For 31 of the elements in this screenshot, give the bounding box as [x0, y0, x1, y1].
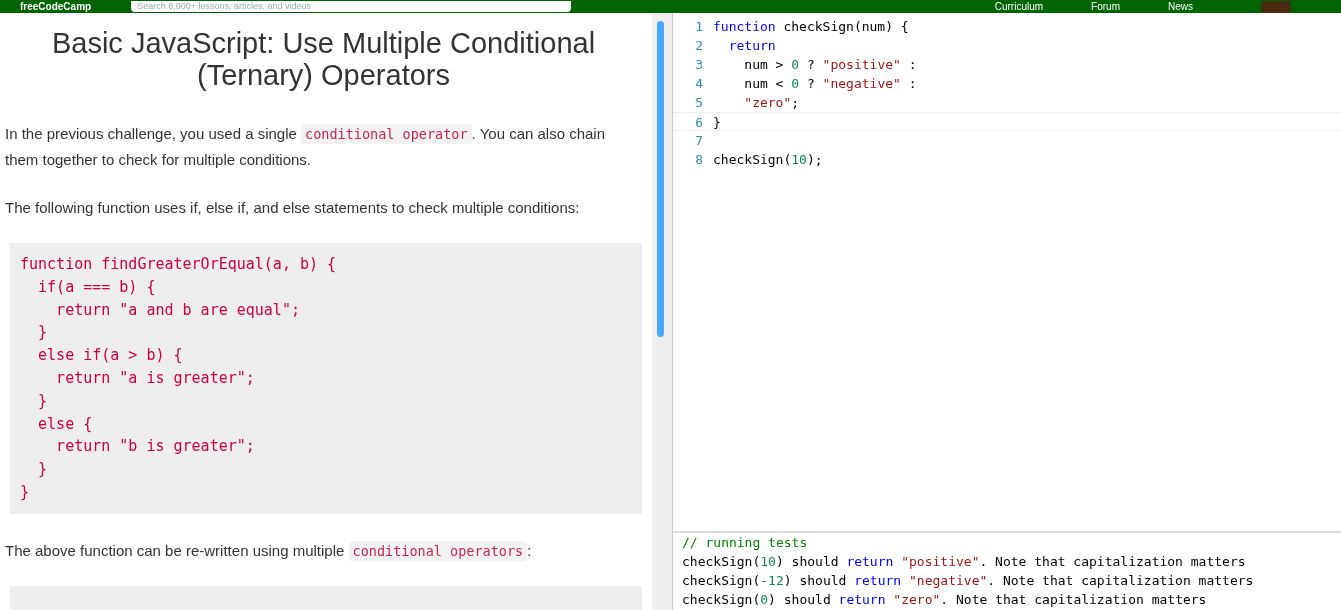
code-line: checkSign(10); — [713, 151, 823, 169]
line-number: 7 — [694, 132, 704, 150]
test-output-line: checkSign(-12) should return "negative". Note that capitalization matters — [682, 572, 1255, 590]
code-line: "zero"; — [743, 94, 800, 112]
code-line: function checkSign(num) { — [713, 18, 909, 36]
code-line: return — [727, 37, 776, 55]
code-line: num < 0 ? "negative" : — [743, 75, 917, 93]
line-number: 5 — [694, 94, 704, 112]
test-output-line: checkSign(0) should return "zero". Note that capitalization matters — [682, 591, 1208, 609]
paragraph: In the previous challenge, you used a single conditional operator . You can also chain them together to check for multiple conditions. — [5, 123, 607, 170]
paragraph: The following function uses if, else if, and else statements to check multiple conditions: — [5, 198, 581, 218]
line-number: 6 — [694, 114, 704, 130]
test-output-line: // running tests — [682, 534, 809, 552]
lesson-title: Basic JavaScript: Use Multiple Conditional (Ternary) Operators — [50, 27, 597, 91]
nav-link[interactable]: Curriculum — [994, 0, 1044, 13]
code-block: function findGreaterOrEqual(a, b) { if(a === b) { return "a and b are equal"; } else if(a > b) { return "a is greater"; } else { return "b is greater"; } } — [10, 243, 642, 514]
test-output-line: checkSign(10) should return "positive". Note that capitalization matters — [682, 553, 1247, 571]
line-number: 1 — [694, 18, 704, 36]
paragraph: The above function can be re-written using multiple conditional operators : — [5, 539, 533, 563]
line-number: 8 — [694, 151, 704, 169]
avatar-icon[interactable] — [1261, 0, 1291, 13]
nav-link[interactable]: Forum — [1091, 0, 1120, 13]
nav-link[interactable]: News — [1168, 0, 1193, 13]
code-line: num > 0 ? "positive" : — [743, 56, 917, 74]
line-number: 4 — [694, 75, 704, 93]
search-field[interactable]: Search 6,000+ lessons, articles, and videos — [131, 1, 572, 12]
logo[interactable]: freeCodeCamp — [20, 0, 92, 13]
scrollbar-thumb[interactable] — [657, 21, 664, 337]
line-number: 3 — [694, 56, 704, 74]
line-number: 2 — [694, 37, 704, 55]
code-line: } — [713, 114, 721, 130]
